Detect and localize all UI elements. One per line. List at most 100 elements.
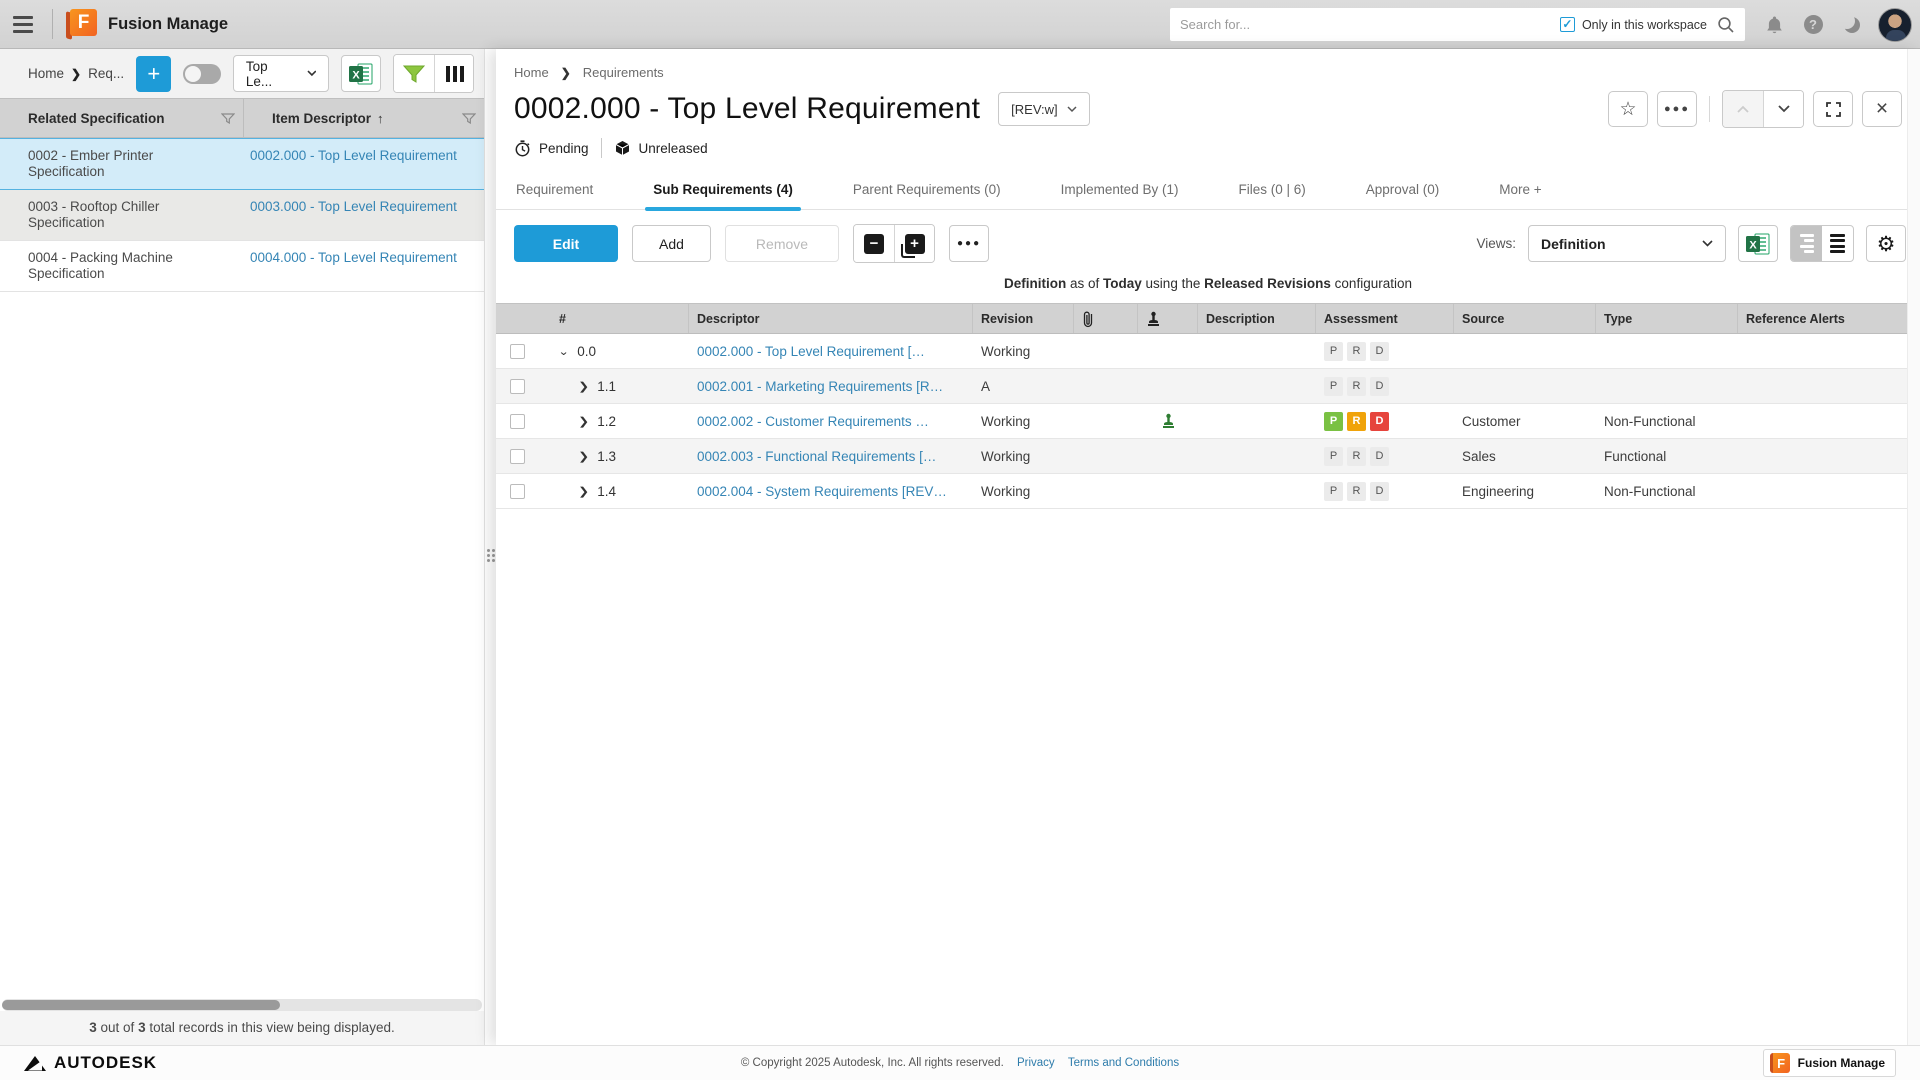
breadcrumb-requirements-link[interactable]: Requirements [583,65,664,80]
excel-export-button[interactable]: X [1738,225,1778,262]
assessment-badge-p[interactable]: P [1324,482,1343,501]
assessment-badge-r[interactable]: R [1347,377,1366,396]
tab-more[interactable]: More + [1497,172,1543,209]
grid-more-actions-button[interactable]: ●●● [949,225,989,262]
column-number[interactable]: # [551,304,689,333]
related-spec-row[interactable]: 0002 - Ember Printer Specification0002.0… [0,138,484,190]
fullscreen-button[interactable] [1813,91,1853,127]
bookmark-star-button[interactable]: ☆ [1608,91,1648,127]
search-icon[interactable] [1717,16,1735,34]
assessment-badge-p[interactable]: P [1324,342,1343,361]
assessment-badge-p[interactable]: P [1324,412,1343,431]
assessment-badge-d[interactable]: D [1370,412,1389,431]
chevron-right-icon[interactable]: ❯ [578,380,589,393]
terms-link[interactable]: Terms and Conditions [1068,1057,1179,1069]
more-actions-button[interactable]: ●●● [1657,91,1697,127]
assessment-badge-d[interactable]: D [1370,447,1389,466]
excel-export-button[interactable]: X [341,55,381,92]
row-checkbox[interactable] [510,449,525,464]
column-descriptor[interactable]: Descriptor [689,304,973,333]
revision-dropdown[interactable]: [REV:w] [998,92,1089,126]
remove-button[interactable]: Remove [725,225,839,262]
saved-view-dropdown[interactable]: Top Le... [233,55,330,92]
tab-requirement[interactable]: Requirement [514,172,595,209]
assessment-badge-r[interactable]: R [1347,412,1366,431]
add-record-button[interactable]: + [136,56,171,92]
checkbox-checked-icon[interactable]: ✓ [1560,17,1575,32]
sub-requirement-row[interactable]: ⌄0.00002.000 - Top Level Requirement […W… [496,334,1920,369]
notifications-icon[interactable] [1761,12,1787,38]
item-descriptor-link[interactable]: 0004.000 - Top Level Requirement [250,250,457,265]
chevron-right-icon[interactable]: ❯ [578,450,589,463]
sub-requirement-row[interactable]: ❯1.10002.001 - Marketing Requirements [R… [496,369,1920,404]
grid-settings-button[interactable]: ⚙ [1866,225,1906,262]
resize-grip-icon[interactable] [487,549,495,562]
column-type[interactable]: Type [1596,304,1738,333]
row-checkbox[interactable] [510,414,525,429]
row-checkbox[interactable] [510,344,525,359]
column-assessment[interactable]: Assessment [1316,304,1454,333]
column-header-related-specification[interactable]: Related Specification [0,99,244,137]
user-avatar[interactable] [1878,8,1912,42]
breadcrumb-home-link[interactable]: Home [514,65,549,80]
edit-button[interactable]: Edit [514,225,618,262]
descriptor-link[interactable]: 0002.003 - Functional Requirements [… [697,449,936,464]
related-spec-row[interactable]: 0004 - Packing Machine Specification0004… [0,241,484,292]
scrollbar-thumb[interactable] [2,1000,280,1010]
chevron-right-icon[interactable]: ❯ [578,485,589,498]
descriptor-link[interactable]: 0002.001 - Marketing Requirements [R… [697,379,943,394]
row-checkbox[interactable] [510,379,525,394]
help-icon[interactable]: ? [1800,12,1826,38]
tab-approval-0[interactable]: Approval (0) [1364,172,1442,209]
sub-requirement-row[interactable]: ❯1.30002.003 - Functional Requirements [… [496,439,1920,474]
filter-icon[interactable] [394,55,434,92]
tab-implemented-by-1[interactable]: Implemented By (1) [1059,172,1181,209]
column-approval-stamp[interactable] [1138,304,1198,333]
expand-all-icon[interactable]: + [894,225,934,262]
assessment-badge-p[interactable]: P [1324,377,1343,396]
search-input[interactable] [1180,17,1560,32]
tab-sub-requirements-4[interactable]: Sub Requirements (4) [651,172,795,209]
theme-toggle-icon[interactable] [1839,12,1865,38]
chevron-down-icon[interactable]: ⌄ [558,345,569,358]
chevron-right-icon[interactable]: ❯ [578,415,589,428]
menu-icon[interactable] [0,0,46,48]
collapse-all-icon[interactable]: − [854,225,894,262]
tab-parent-requirements-0[interactable]: Parent Requirements (0) [851,172,1003,209]
sub-requirement-row[interactable]: ❯1.20002.002 - Customer Requirements …Wo… [496,404,1920,439]
assessment-badge-d[interactable]: D [1370,482,1389,501]
previous-item-button[interactable] [1723,91,1763,127]
list-toggle-switch[interactable] [183,64,220,84]
column-attachments[interactable] [1074,304,1138,333]
assessment-badge-r[interactable]: R [1347,482,1366,501]
outline-view-icon[interactable] [1791,226,1822,261]
assessment-badge-d[interactable]: D [1370,342,1389,361]
column-reference-alerts[interactable]: Reference Alerts [1738,304,1920,333]
privacy-link[interactable]: Privacy [1017,1057,1055,1069]
vertical-scrollbar[interactable] [1907,49,1920,1045]
column-revision[interactable]: Revision [973,304,1074,333]
item-descriptor-link[interactable]: 0002.000 - Top Level Requirement [250,148,457,163]
column-chooser-icon[interactable] [434,55,474,92]
assessment-badge-r[interactable]: R [1347,447,1366,466]
add-button[interactable]: Add [632,225,711,262]
related-spec-row[interactable]: 0003 - Rooftop Chiller Specification0003… [0,190,484,241]
assessment-badge-p[interactable]: P [1324,447,1343,466]
column-description[interactable]: Description [1198,304,1316,333]
next-item-button[interactable] [1763,91,1803,127]
tab-files-0-6[interactable]: Files (0 | 6) [1236,172,1307,209]
assessment-badge-r[interactable]: R [1347,342,1366,361]
workspace-only-checkbox[interactable]: ✓ Only in this workspace [1560,17,1707,32]
column-source[interactable]: Source [1454,304,1596,333]
descriptor-link[interactable]: 0002.002 - Customer Requirements … [697,414,929,429]
row-checkbox[interactable] [510,484,525,499]
breadcrumb-home-link[interactable]: Home [28,66,64,81]
horizontal-scrollbar[interactable] [2,999,482,1011]
list-view-icon[interactable] [1822,226,1853,261]
sub-requirement-row[interactable]: ❯1.40002.004 - System Requirements [REV…… [496,474,1920,509]
item-descriptor-link[interactable]: 0003.000 - Top Level Requirement [250,199,457,214]
column-header-item-descriptor[interactable]: Item Descriptor ↑ [244,99,484,137]
close-button[interactable]: × [1862,91,1902,127]
descriptor-link[interactable]: 0002.000 - Top Level Requirement [… [697,344,925,359]
panel-resize-divider[interactable] [484,49,496,1045]
